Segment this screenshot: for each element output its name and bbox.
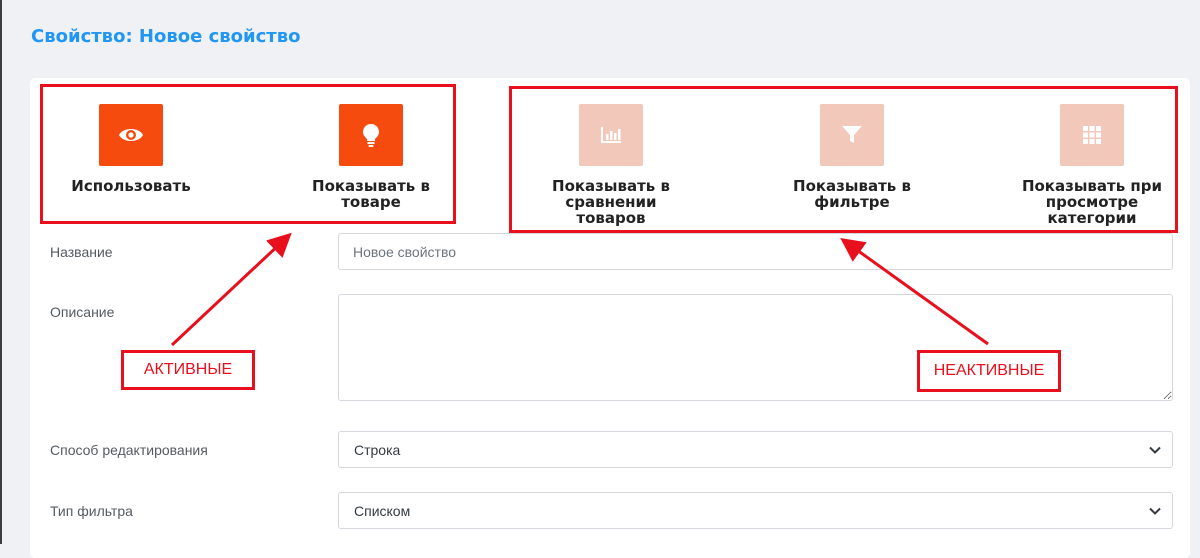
- active-callout: АКТИВНЫЕ: [121, 350, 255, 390]
- name-label: Название: [50, 244, 113, 260]
- edit-mode-label: Способ редактирования: [50, 442, 208, 458]
- description-label: Описание: [50, 304, 115, 320]
- edit-mode-select[interactable]: Строка: [338, 431, 1173, 468]
- filter-type-label: Тип фильтра: [50, 503, 133, 519]
- page-title: Свойство: Новое свойство: [31, 26, 301, 47]
- active-group-highlight: [40, 84, 456, 224]
- inactive-callout: НЕАКТИВНЫЕ: [917, 350, 1061, 392]
- name-input[interactable]: [338, 233, 1173, 270]
- edit-mode-value: Строка: [354, 441, 401, 458]
- chevron-down-icon: [1149, 507, 1161, 515]
- inactive-group-highlight: [509, 86, 1178, 233]
- chevron-down-icon: [1149, 446, 1161, 454]
- filter-type-value: Списком: [354, 502, 411, 519]
- filter-type-select[interactable]: Списком: [338, 492, 1173, 529]
- left-edge-bar: [0, 0, 2, 544]
